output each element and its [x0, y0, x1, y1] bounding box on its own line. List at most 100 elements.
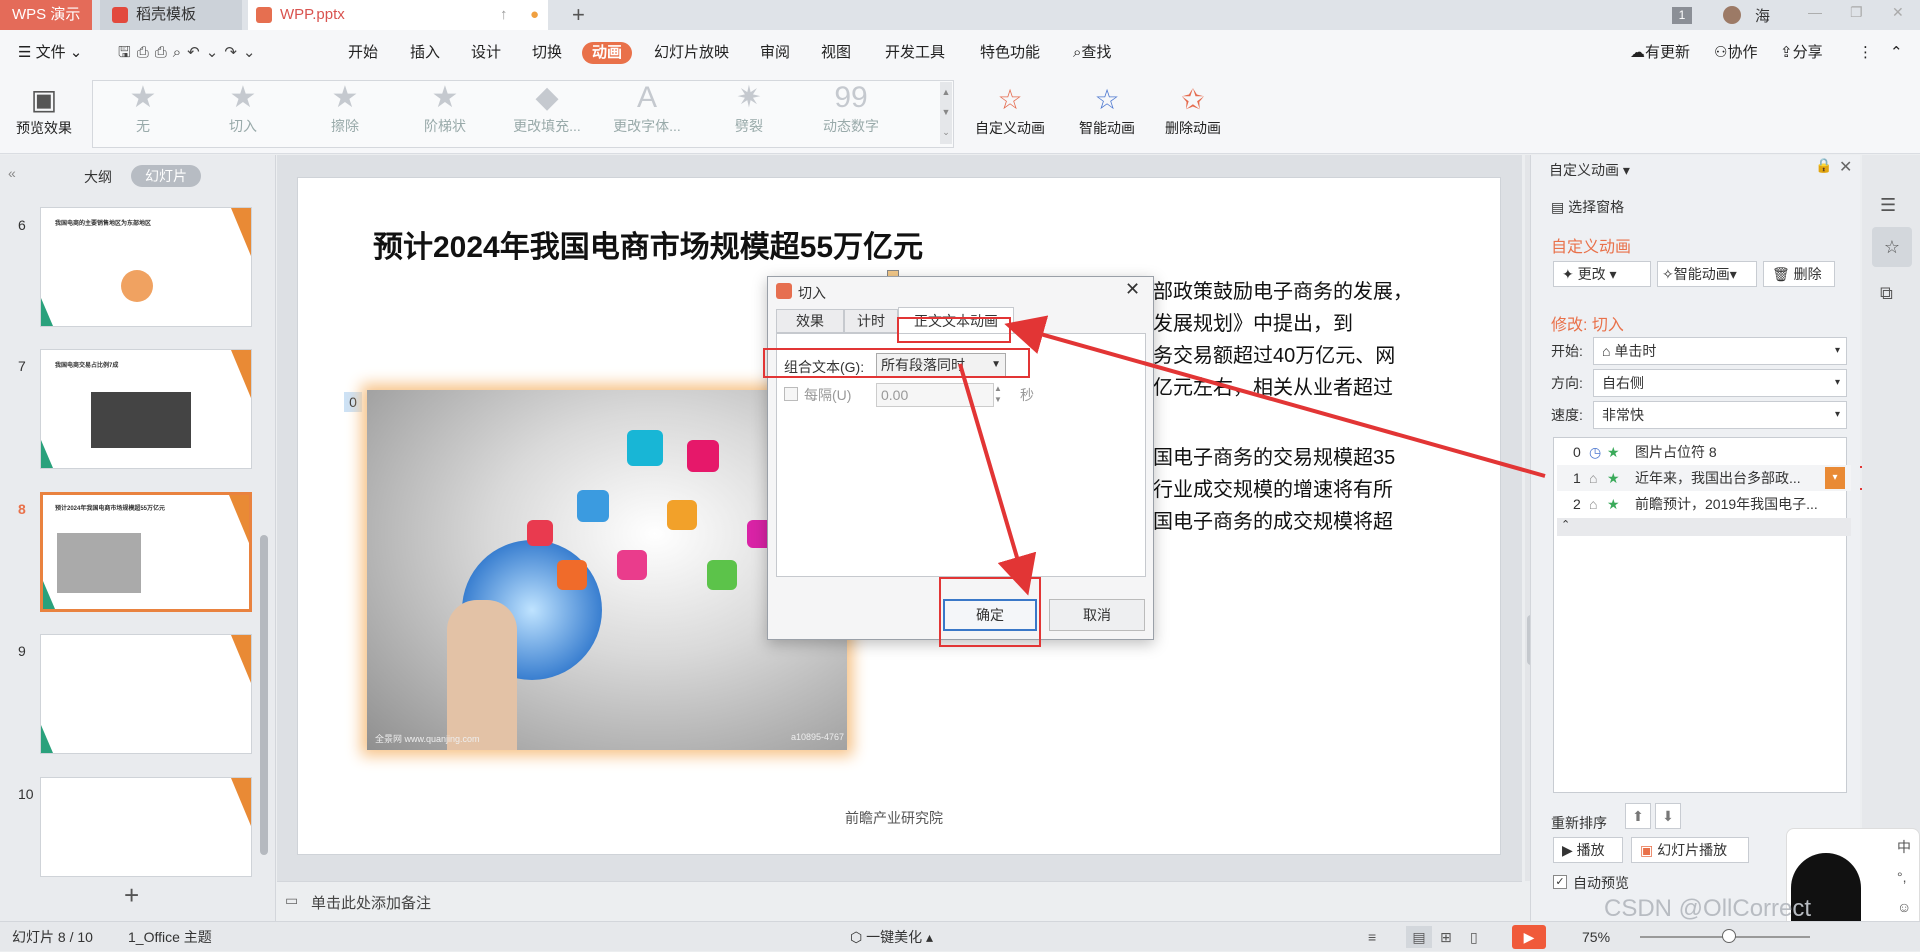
smart-anim-button[interactable]: ✧智能动画▾: [1657, 261, 1757, 287]
animation-order-tag[interactable]: 0: [344, 392, 362, 412]
ime-punct-icon[interactable]: °,: [1897, 869, 1907, 885]
effect-dynamic-number[interactable]: 99 动态数字: [806, 80, 896, 136]
gallery-scrollbar[interactable]: ▲ ▼ ⌄: [940, 82, 952, 144]
preview-effect-button[interactable]: ▣ 预览效果: [8, 82, 80, 138]
spinner-arrows[interactable]: ▲ ▼: [994, 383, 1008, 407]
every-checkbox[interactable]: [784, 387, 798, 401]
slide-thumb-6[interactable]: 我国电商的主要销售地区为东部地区: [40, 207, 252, 327]
anim-list-item-2[interactable]: 2 ⌂ ★ 前瞻预计，2019年我国电子...: [1557, 491, 1851, 517]
anim-list-item-0[interactable]: 0 ◷ ★ 图片占位符 8: [1557, 439, 1851, 465]
cancel-button[interactable]: 取消: [1049, 599, 1145, 631]
effect-fly-in[interactable]: ★ 切入: [198, 80, 288, 136]
page-badge[interactable]: 1: [1672, 7, 1692, 24]
slide-thumb-9[interactable]: [40, 634, 252, 754]
anim-list-item-1[interactable]: 1 ⌂ ★ 近年来，我国出台多部政... ▾: [1557, 465, 1851, 491]
change-button[interactable]: ✦ 更改 ▾: [1553, 261, 1651, 287]
speed-select[interactable]: 非常快 ▾: [1593, 401, 1847, 429]
slides-tab[interactable]: 幻灯片: [131, 165, 201, 187]
smart-animation-button[interactable]: ☆ 智能动画: [1066, 82, 1148, 138]
zoom-slider-thumb[interactable]: [1722, 929, 1736, 943]
slide-title[interactable]: 预计2024年我国电商市场规模超55万亿元: [373, 222, 923, 266]
body-paragraph-2[interactable]: 国电子商务的交易规模超35 行业成交规模的增速将有所 国电子商务的成交规模将超: [1153, 442, 1395, 538]
theme-name[interactable]: 1_Office 主题: [128, 922, 212, 952]
menu-insert[interactable]: 插入: [410, 42, 440, 64]
menu-review[interactable]: 审阅: [760, 42, 790, 64]
normal-view-icon[interactable]: ▤: [1406, 926, 1432, 948]
zoom-level[interactable]: 75%: [1582, 922, 1610, 952]
pane-close-icon[interactable]: ✕: [1839, 157, 1852, 177]
new-tab-plus-icon[interactable]: +: [572, 2, 585, 28]
settings-sliders-icon[interactable]: ☰: [1880, 195, 1896, 216]
close-window-icon[interactable]: ✕: [1892, 4, 1904, 21]
menu-developer[interactable]: 开发工具: [885, 42, 945, 64]
start-select[interactable]: ⌂ 单击时 ▾: [1593, 337, 1847, 365]
ime-chinese-icon[interactable]: 中: [1897, 837, 1911, 857]
avatar[interactable]: [1723, 6, 1741, 24]
autopreview-checkbox[interactable]: ✓: [1553, 875, 1567, 889]
notes-bar[interactable]: ▭ 单击此处添加备注: [277, 881, 1522, 921]
upload-icon[interactable]: ↑: [500, 0, 508, 30]
copy-icon[interactable]: ⧉: [1880, 283, 1893, 304]
menu-slideshow[interactable]: 幻灯片放映: [654, 42, 729, 64]
user-name[interactable]: 海: [1755, 5, 1770, 26]
play-slideshow-icon[interactable]: ▶: [1512, 925, 1546, 949]
maximize-icon[interactable]: ❐: [1850, 4, 1863, 21]
slide-thumb-10[interactable]: [40, 777, 252, 877]
add-slide-plus-icon[interactable]: +: [124, 880, 139, 911]
collapse-panel-icon[interactable]: «: [8, 165, 16, 181]
slide-sorter-icon[interactable]: ⊞: [1440, 922, 1452, 952]
selection-pane-button[interactable]: ▤ 选择窗格: [1551, 197, 1624, 217]
effect-none[interactable]: ★ 无: [98, 80, 188, 136]
slideshow-button[interactable]: ▣ 幻灯片播放: [1631, 837, 1749, 863]
notes-placeholder[interactable]: 单击此处添加备注: [311, 892, 431, 913]
reading-view-icon[interactable]: ▯: [1470, 922, 1478, 952]
animation-pane-icon[interactable]: ☆: [1872, 227, 1912, 267]
menu-special[interactable]: 特色功能: [980, 42, 1040, 64]
dialog-close-icon[interactable]: ✕: [1125, 279, 1140, 300]
menu-transition[interactable]: 切换: [532, 42, 562, 64]
menu-view[interactable]: 视图: [821, 42, 851, 64]
tab-timing[interactable]: 计时: [844, 309, 898, 333]
slide-thumb-8-active[interactable]: 预计2024年我国电商市场规模超55万亿元: [40, 492, 252, 612]
effect-change-font[interactable]: A 更改字体...: [602, 80, 692, 136]
menu-animation[interactable]: 动画: [582, 42, 633, 64]
outline-tab[interactable]: 大纲: [84, 167, 112, 187]
collab-button[interactable]: ⚇协作: [1714, 42, 1757, 64]
file-tab-wpp[interactable]: WPP.pptx ↑ ●: [248, 0, 548, 30]
direction-select[interactable]: 自右侧 ▾: [1593, 369, 1847, 397]
file-menu[interactable]: ☰ 文件 ⌄: [18, 42, 82, 64]
share-button[interactable]: ⇪分享: [1780, 42, 1823, 64]
effect-split[interactable]: ✷ 劈裂: [704, 80, 794, 136]
notes-view-icon[interactable]: ≡: [1368, 922, 1376, 952]
slide-thumb-7[interactable]: 我国电商交易占比例7成: [40, 349, 252, 469]
daoke-template-tab[interactable]: 稻壳模板: [100, 0, 242, 30]
play-button[interactable]: ▶ 播放: [1553, 837, 1623, 863]
collapse-ribbon-icon[interactable]: ⌃: [1890, 42, 1903, 64]
every-input[interactable]: 0.00: [876, 383, 994, 407]
custom-animation-button[interactable]: ☆ 自定义动画: [968, 82, 1052, 138]
wps-app-tab[interactable]: WPS 演示: [0, 0, 92, 30]
delete-animation-button[interactable]: ✩ 删除动画: [1158, 82, 1228, 138]
pane-header[interactable]: 自定义动画 ▾: [1549, 160, 1630, 180]
more-icon[interactable]: ⋮: [1858, 42, 1873, 64]
move-up-icon[interactable]: ⬆: [1625, 803, 1651, 829]
menu-start[interactable]: 开始: [348, 42, 378, 64]
effect-wipe[interactable]: ★ 擦除: [300, 80, 390, 136]
effect-change-fill[interactable]: ◆ 更改填充...: [502, 80, 592, 136]
move-down-icon[interactable]: ⬇: [1655, 803, 1681, 829]
thumb-scrollbar[interactable]: [260, 535, 268, 855]
menu-design[interactable]: 设计: [471, 42, 501, 64]
ime-emoji-icon[interactable]: ☺: [1897, 899, 1911, 915]
tab-effect[interactable]: 效果: [776, 309, 844, 333]
body-paragraph-1[interactable]: 部政策鼓励电子商务的发展， 发展规划》中提出，到 务交易额超过40万亿元、网 亿…: [1153, 276, 1413, 404]
expand-contents-icon[interactable]: ⌃: [1557, 518, 1851, 536]
lock-icon[interactable]: 🔒: [1815, 157, 1832, 174]
quick-access-toolbar[interactable]: 🖫⎙⎙⌕↶⌄↷⌄: [118, 42, 261, 64]
update-button[interactable]: ☁有更新: [1630, 42, 1690, 64]
minimize-icon[interactable]: —: [1808, 4, 1822, 20]
search-menu[interactable]: ⌕查找: [1073, 42, 1111, 64]
beautify-button[interactable]: ⬡ 一键美化 ▴: [850, 922, 933, 952]
delete-button[interactable]: 🗑 删除: [1763, 261, 1835, 287]
effect-stairs[interactable]: ★ 阶梯状: [400, 80, 490, 136]
item-dropdown-icon[interactable]: ▾: [1825, 467, 1845, 489]
